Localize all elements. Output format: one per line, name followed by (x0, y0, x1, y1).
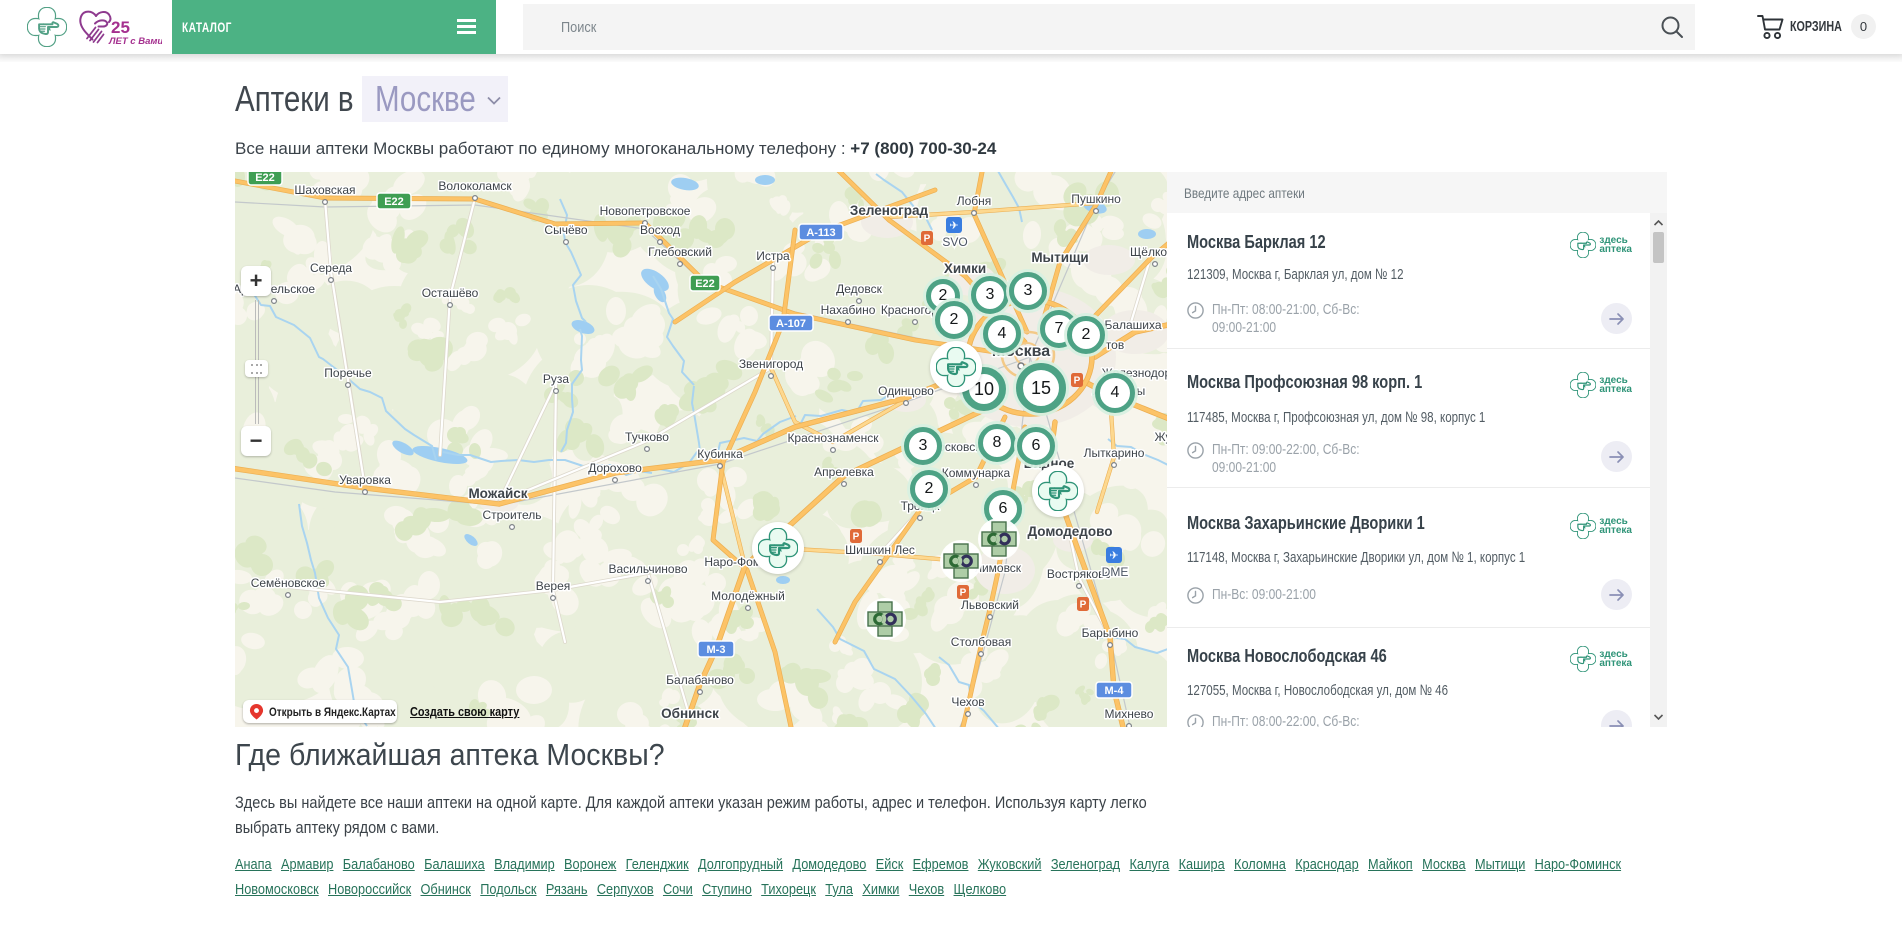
svg-text:Е22: Е22 (695, 278, 715, 290)
svg-text:Сычёво: Сычёво (544, 223, 587, 237)
svg-text:Р: Р (853, 532, 860, 543)
svg-text:Р: Р (960, 588, 967, 599)
svg-text:Апрелевка: Апрелевка (814, 465, 874, 479)
svg-text:SVO: SVO (942, 235, 967, 249)
svg-text:Дорохово: Дорохово (588, 461, 642, 475)
svg-text:Руза: Руза (543, 372, 570, 386)
svg-text:Лыткарино: Лыткарино (1084, 446, 1145, 460)
svg-text:Коммунарка: Коммунарка (942, 466, 1011, 480)
svg-text:Глебовский: Глебовский (648, 245, 712, 259)
svg-text:Нахабино: Нахабино (821, 303, 876, 317)
svg-text:Уваровка: Уваровка (339, 473, 391, 487)
svg-text:Балашиха: Балашиха (1104, 318, 1161, 332)
svg-text:25: 25 (111, 18, 130, 37)
svg-text:Краснознаменск: Краснознаменск (787, 431, 879, 445)
svg-text:ЛЕТ с Вами!: ЛЕТ с Вами! (108, 36, 162, 47)
svg-text:Пушкино: Пушкино (1071, 192, 1121, 206)
svg-text:Осташёво: Осташёво (422, 286, 479, 300)
svg-text:Столбовая: Столбовая (951, 635, 1011, 649)
svg-text:А-107: А-107 (776, 318, 806, 330)
svg-text:Домодедово: Домодедово (1028, 524, 1113, 539)
svg-text:Зеленоград: Зеленоград (850, 203, 929, 218)
svg-text:Новопетровское: Новопетровское (600, 204, 691, 218)
svg-text:А-113: А-113 (806, 227, 835, 239)
svg-text:Балабаново: Балабаново (666, 673, 734, 687)
svg-text:Шишкин Лес: Шишкин Лес (845, 543, 915, 557)
svg-text:Михнево: Михнево (1105, 707, 1154, 721)
svg-text:Истра: Истра (756, 249, 790, 263)
svg-text:Е22: Е22 (384, 196, 404, 208)
svg-text:Одинцово: Одинцово (878, 384, 934, 398)
svg-text:Лобня: Лобня (957, 194, 992, 208)
svg-text:Чехов: Чехов (951, 695, 984, 709)
svg-text:Волоколамск: Волоколамск (438, 179, 512, 193)
svg-text:Васильчиново: Васильчиново (608, 562, 687, 576)
svg-text:Львовский: Львовский (961, 598, 1019, 612)
svg-text:Шаховская: Шаховская (294, 183, 355, 197)
svg-text:Верея: Верея (536, 579, 571, 593)
svg-text:Поречье: Поречье (324, 366, 372, 380)
svg-text:Химки: Химки (944, 261, 986, 276)
svg-text:Середа: Середа (310, 261, 352, 275)
svg-text:М-3: М-3 (707, 644, 726, 656)
svg-text:Р: Р (924, 234, 931, 245)
svg-text:тов: тов (1106, 338, 1124, 352)
svg-text:Мытищи: Мытищи (1031, 250, 1088, 265)
svg-text:Тучково: Тучково (625, 430, 669, 444)
svg-text:Звенигород: Звенигород (739, 357, 803, 371)
svg-text:Р: Р (1080, 600, 1087, 611)
svg-text:Молодёжный: Молодёжный (711, 589, 785, 603)
svg-text:Кубинка: Кубинка (697, 447, 743, 461)
svg-text:Семёновское: Семёновское (251, 576, 326, 590)
svg-text:Щёлково: Щёлково (1130, 245, 1167, 259)
svg-text:Строитель: Строитель (482, 508, 541, 522)
svg-text:Р: Р (1074, 376, 1081, 387)
svg-text:Обнинск: Обнинск (661, 706, 719, 721)
svg-text:Дедовск: Дедовск (836, 282, 882, 296)
svg-text:Жу: Жу (1155, 430, 1167, 444)
svg-text:✈: ✈ (949, 220, 958, 232)
svg-text:Можайск: Можайск (468, 486, 527, 501)
svg-text:Барыбино: Барыбино (1082, 626, 1139, 640)
svg-text:М-4: М-4 (1105, 685, 1125, 697)
svg-text:✈: ✈ (1109, 550, 1118, 562)
svg-text:Е22: Е22 (255, 172, 275, 184)
svg-text:DME: DME (1102, 565, 1129, 579)
svg-text:Восход: Восход (640, 223, 680, 237)
